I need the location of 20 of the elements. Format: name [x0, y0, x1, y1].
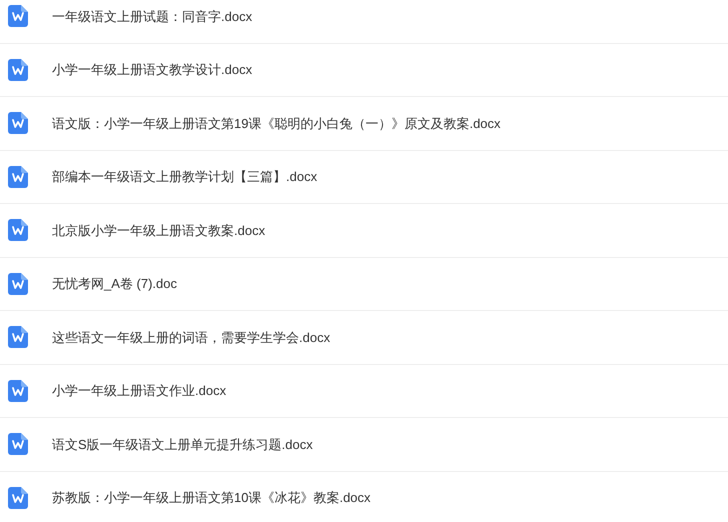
word-document-icon — [8, 433, 28, 456]
word-document-icon — [8, 166, 28, 188]
word-document-icon — [8, 326, 28, 348]
file-name[interactable]: 北京版小学一年级上册语文教案.docx — [52, 220, 266, 240]
word-document-icon — [8, 112, 28, 134]
file-name[interactable]: 小学一年级上册语文教学设计.docx — [52, 60, 252, 80]
file-name[interactable]: 苏教版：小学一年级上册语文第10课《冰花》教案.docx — [52, 488, 371, 508]
word-document-icon — [8, 58, 28, 81]
file-name[interactable]: 这些语文一年级上册的词语，需要学生学会.docx — [52, 328, 330, 347]
word-document-icon — [8, 219, 28, 242]
file-name[interactable]: 部编本一年级语文上册教学计划【三篇】.docx — [52, 167, 318, 186]
file-name[interactable]: 小学一年级上册语文作业.docx — [52, 381, 226, 400]
word-document-icon — [8, 272, 28, 295]
word-document-icon — [8, 5, 28, 28]
file-name[interactable]: 语文S版一年级语文上册单元提升练习题.docx — [52, 434, 313, 454]
word-document-icon — [8, 380, 28, 402]
file-name[interactable]: 一年级语文上册试题：同音字.docx — [52, 6, 252, 26]
word-document-icon — [8, 486, 28, 509]
file-name[interactable]: 无忧考网_A卷 (7).doc — [52, 274, 177, 294]
file-name[interactable]: 语文版：小学一年级上册语文第19课《聪明的小白兔（一）》原文及教案.docx — [52, 114, 501, 133]
